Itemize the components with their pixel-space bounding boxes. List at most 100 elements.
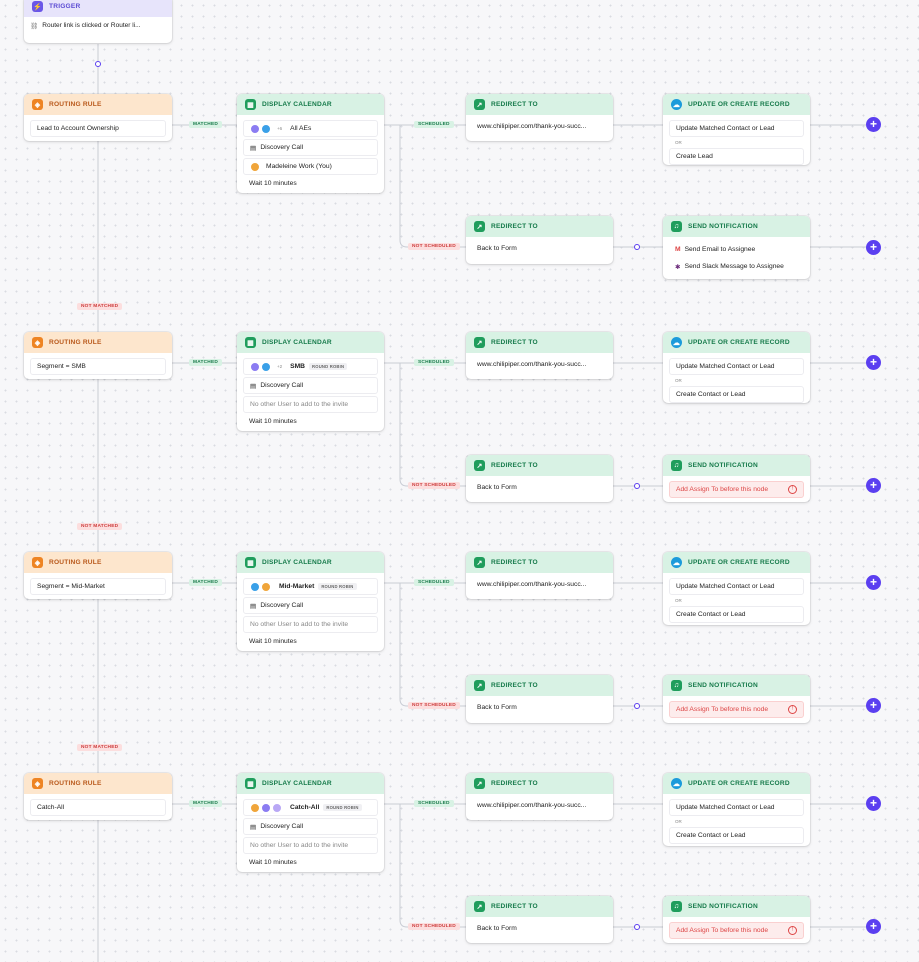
redirect-icon: ↗ xyxy=(474,680,485,691)
connector-dot[interactable] xyxy=(95,61,101,67)
avatar xyxy=(272,802,282,813)
routing-rule-node[interactable]: ◈ ROUTING RULE Lead to Account Ownership xyxy=(24,94,172,141)
node-header-label: ROUTING RULE xyxy=(49,559,102,566)
team-name: SMB xyxy=(290,363,306,370)
send-notification-node[interactable]: ♫ SEND NOTIFICATION M Send Email to Assign… xyxy=(663,216,810,279)
avatar xyxy=(261,802,271,813)
avatar xyxy=(250,802,260,813)
matched-badge: MATCHED xyxy=(189,800,223,807)
matched-badge: MATCHED xyxy=(189,121,223,128)
connector-dot[interactable] xyxy=(634,244,640,250)
node-header-label: DISPLAY CALENDAR xyxy=(262,559,332,566)
trigger-node[interactable]: ⚡ TRIGGER ⛓ Router link is clicked or Rout… xyxy=(24,0,172,43)
avatar-count: +6 xyxy=(277,126,283,131)
add-step-button[interactable]: + xyxy=(866,698,881,713)
add-step-button[interactable]: + xyxy=(866,355,881,370)
record-action: Update Matched Contact or Lead xyxy=(669,578,804,595)
redirect-node[interactable]: ↗ REDIRECT TO www.chilipiper.com/thank-yo… xyxy=(466,773,613,820)
bell-icon: ♫ xyxy=(671,460,682,471)
notification-action: Send Slack Message to Assignee xyxy=(684,263,784,270)
add-step-button[interactable]: + xyxy=(866,919,881,934)
node-header-label: REDIRECT TO xyxy=(491,903,538,910)
routing-rule-node[interactable]: ◈ ROUTING RULE Segment = SMB xyxy=(24,332,172,379)
routing-rule-node[interactable]: ◈ ROUTING RULE Catch-All xyxy=(24,773,172,820)
node-header-label: REDIRECT TO xyxy=(491,339,538,346)
redirect-node[interactable]: ↗ REDIRECT TO www.chilipiper.com/thank-yo… xyxy=(466,332,613,379)
matched-badge: MATCHED xyxy=(189,359,223,366)
add-step-button[interactable]: + xyxy=(866,796,881,811)
node-header-label: DISPLAY CALENDAR xyxy=(262,339,332,346)
invitee: No other User to add to the invite xyxy=(243,616,378,633)
not-scheduled-badge: NOT SCHEDULED xyxy=(408,702,460,709)
rule-name: Catch-All xyxy=(30,799,166,816)
display-calendar-node[interactable]: ▦ DISPLAY CALENDAR Mid-Market ROUND ROBIN … xyxy=(237,552,384,651)
not-scheduled-badge: NOT SCHEDULED xyxy=(408,243,460,250)
node-header-label: ROUTING RULE xyxy=(49,780,102,787)
node-header-label: UPDATE OR CREATE RECORD xyxy=(688,101,790,108)
display-calendar-node[interactable]: ▦ DISPLAY CALENDAR +6 All AEs ▤ Discovery C… xyxy=(237,94,384,193)
meeting-type: Discovery Call xyxy=(260,602,304,609)
add-step-button[interactable]: + xyxy=(866,117,881,132)
connector-dot[interactable] xyxy=(634,924,640,930)
round-robin-badge: ROUND ROBIN xyxy=(309,363,348,370)
redirect-node[interactable]: ↗ REDIRECT TO Back to Form xyxy=(466,455,613,502)
redirect-url: www.chilipiper.com/thank-you-succ... xyxy=(477,123,587,130)
update-record-node[interactable]: ☁ UPDATE OR CREATE RECORD Update Matched … xyxy=(663,552,810,625)
add-step-button[interactable]: + xyxy=(866,575,881,590)
record-action: Update Matched Contact or Lead xyxy=(669,120,804,137)
send-notification-node[interactable]: ♫ SEND NOTIFICATION Add Assign To before … xyxy=(663,675,810,723)
redirect-node[interactable]: ↗ REDIRECT TO Back to Form xyxy=(466,675,613,723)
flow-canvas[interactable]: ⚡ TRIGGER ⛓ Router link is clicked or Rout… xyxy=(0,0,919,962)
rule-name: Lead to Account Ownership xyxy=(30,120,166,137)
notification-action: Send Email to Assignee xyxy=(684,246,756,253)
redirect-node[interactable]: ↗ REDIRECT TO Back to Form xyxy=(466,896,613,943)
record-action: Create Contact or Lead xyxy=(669,386,804,403)
display-calendar-node[interactable]: ▦ DISPLAY CALENDAR Catch-All ROUND ROBIN ▤… xyxy=(237,773,384,872)
redirect-node[interactable]: ↗ REDIRECT TO www.chilipiper.com/thank-yo… xyxy=(466,94,613,141)
connector-dot[interactable] xyxy=(634,483,640,489)
connector-dot[interactable] xyxy=(634,703,640,709)
link-icon: ⛓ xyxy=(30,23,39,30)
redirect-node[interactable]: ↗ REDIRECT TO Back to Form xyxy=(466,216,613,264)
node-header-label: REDIRECT TO xyxy=(491,559,538,566)
routing-rule-node[interactable]: ◈ ROUTING RULE Segment = Mid-Market xyxy=(24,552,172,599)
warning-icon: ! xyxy=(788,926,797,935)
update-record-node[interactable]: ☁ UPDATE OR CREATE RECORD Update Matched … xyxy=(663,94,810,165)
node-header-label: REDIRECT TO xyxy=(491,682,538,689)
wait-time: Wait 10 minutes xyxy=(249,180,297,187)
salesforce-cloud-icon: ☁ xyxy=(671,99,682,110)
record-action: Create Contact or Lead xyxy=(669,606,804,623)
avatar xyxy=(261,123,271,134)
team-name: All AEs xyxy=(290,125,312,132)
wait-time: Wait 10 minutes xyxy=(249,638,297,645)
routing-rule-icon: ◈ xyxy=(32,778,43,789)
update-record-node[interactable]: ☁ UPDATE OR CREATE RECORD Update Matched … xyxy=(663,773,810,846)
warning-icon: ! xyxy=(788,485,797,494)
not-scheduled-badge: NOT SCHEDULED xyxy=(408,482,460,489)
redirect-target: Back to Form xyxy=(477,484,517,491)
node-header-label: UPDATE OR CREATE RECORD xyxy=(688,339,790,346)
display-calendar-node[interactable]: ▦ DISPLAY CALENDAR +2 SMB ROUND ROBIN ▤ Disc… xyxy=(237,332,384,431)
node-header-label: REDIRECT TO xyxy=(491,101,538,108)
send-notification-node[interactable]: ♫ SEND NOTIFICATION Add Assign To before … xyxy=(663,896,810,943)
invitee: No other User to add to the invite xyxy=(243,396,378,413)
add-step-button[interactable]: + xyxy=(866,240,881,255)
redirect-icon: ↗ xyxy=(474,901,485,912)
node-header-label: ROUTING RULE xyxy=(49,339,102,346)
node-header-label: SEND NOTIFICATION xyxy=(688,223,758,230)
team-name: Catch-All xyxy=(290,804,320,811)
record-action: Create Contact or Lead xyxy=(669,827,804,844)
node-header-label: UPDATE OR CREATE RECORD xyxy=(688,780,790,787)
redirect-icon: ↗ xyxy=(474,557,485,568)
send-notification-node[interactable]: ♫ SEND NOTIFICATION Add Assign To before … xyxy=(663,455,810,502)
redirect-target: Back to Form xyxy=(477,925,517,932)
node-header-label: SEND NOTIFICATION xyxy=(688,682,758,689)
meeting-type: Discovery Call xyxy=(260,144,304,151)
scheduled-badge: SCHEDULED xyxy=(414,579,454,586)
redirect-url: www.chilipiper.com/thank-you-succ... xyxy=(477,802,587,809)
redirect-node[interactable]: ↗ REDIRECT TO www.chilipiper.com/thank-yo… xyxy=(466,552,613,599)
redirect-icon: ↗ xyxy=(474,778,485,789)
update-record-node[interactable]: ☁ UPDATE OR CREATE RECORD Update Matched … xyxy=(663,332,810,403)
add-step-button[interactable]: + xyxy=(866,478,881,493)
matched-badge: MATCHED xyxy=(189,579,223,586)
